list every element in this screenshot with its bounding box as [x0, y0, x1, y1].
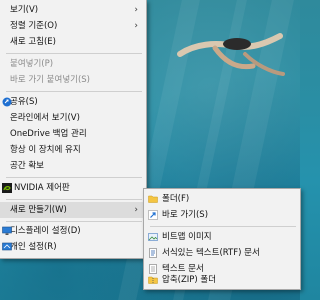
menu-separator [6, 91, 142, 92]
menu-item-label: 새로 고침(E) [10, 37, 56, 47]
swimmer-image [177, 33, 285, 76]
share-icon [2, 97, 12, 107]
zip-folder-icon [148, 276, 158, 284]
menu-item-view[interactable]: 보기(V) › [0, 2, 146, 18]
menu-item-label: 붙여넣기(P) [10, 59, 54, 69]
menu-item-new[interactable]: 새로 만들기(W) › [0, 202, 146, 218]
menu-item-personalize[interactable]: 개인 설정(R) [0, 239, 146, 255]
chevron-right-icon: › [134, 205, 138, 215]
menu-item-nvidia[interactable]: NVIDIA 제어판 [0, 180, 146, 196]
submenu-item-label: 바로 가기(S) [162, 210, 209, 220]
submenu-item-zip[interactable]: 압축(ZIP) 폴더 [144, 273, 300, 287]
menu-item-label: 공간 확보 [10, 161, 44, 171]
menu-item-always-keep[interactable]: 항상 이 장치에 유지 [0, 142, 146, 158]
menu-separator [6, 221, 142, 222]
submenu-item-rtf[interactable]: 서식있는 텍스트(RTF) 문서 [144, 245, 300, 261]
menu-item-label: NVIDIA 제어판 [14, 183, 70, 193]
personalize-icon [2, 242, 12, 251]
new-submenu: 폴더(F) 바로 가기(S) 비트맵 이미지 서식있는 텍스트(RTF) 문서 … [143, 188, 301, 290]
menu-item-display-settings[interactable]: 디스플레이 설정(D) [0, 223, 146, 239]
shortcut-arrow-icon [148, 210, 158, 220]
submenu-item-bitmap[interactable]: 비트맵 이미지 [144, 229, 300, 245]
submenu-item-label: 압축(ZIP) 폴더 [162, 275, 217, 285]
submenu-item-shortcut[interactable]: 바로 가기(S) [144, 207, 300, 223]
menu-item-label: 새로 만들기(W) [10, 205, 67, 215]
menu-item-sort-by[interactable]: 정렬 기준(O) › [0, 18, 146, 34]
menu-item-onedrive-backup[interactable]: OneDrive 백업 관리 [0, 126, 146, 142]
menu-separator [6, 199, 142, 200]
menu-item-label: 보기(V) [10, 5, 39, 15]
menu-item-label: 개인 설정(R) [10, 242, 57, 252]
menu-item-label: 디스플레이 설정(D) [10, 226, 81, 236]
menu-item-label: 항상 이 장치에 유지 [10, 145, 81, 155]
menu-item-label: 온라인에서 보기(V) [10, 113, 80, 123]
menu-item-share[interactable]: 공유(S) [0, 94, 146, 110]
menu-item-label: 바로 가기 붙여넣기(S) [10, 75, 90, 85]
rtf-document-icon [149, 248, 157, 258]
submenu-item-label: 서식있는 텍스트(RTF) 문서 [162, 248, 260, 258]
menu-item-refresh[interactable]: 새로 고침(E) [0, 34, 146, 50]
submenu-item-label: 폴더(F) [162, 194, 190, 204]
menu-item-paste[interactable]: 붙여넣기(P) [0, 56, 146, 72]
chevron-right-icon: › [134, 21, 138, 31]
folder-icon [148, 195, 158, 203]
submenu-item-folder[interactable]: 폴더(F) [144, 191, 300, 207]
chevron-right-icon: › [134, 5, 138, 15]
menu-item-view-online[interactable]: 온라인에서 보기(V) [0, 110, 146, 126]
menu-separator [150, 226, 296, 227]
menu-item-free-up-space[interactable]: 공간 확보 [0, 158, 146, 174]
menu-item-label: 공유(S) [10, 97, 38, 107]
menu-item-label: 정렬 기준(O) [10, 21, 58, 31]
menu-separator [6, 53, 142, 54]
submenu-item-label: 비트맵 이미지 [162, 232, 212, 242]
nvidia-icon [2, 183, 12, 193]
menu-item-label: OneDrive 백업 관리 [10, 129, 87, 139]
display-icon [2, 226, 12, 235]
menu-separator [6, 177, 142, 178]
desktop-context-menu: 보기(V) › 정렬 기준(O) › 새로 고침(E) 붙여넣기(P) 바로 가… [0, 0, 147, 259]
bitmap-icon [148, 233, 158, 241]
menu-item-paste-shortcut[interactable]: 바로 가기 붙여넣기(S) [0, 72, 146, 88]
